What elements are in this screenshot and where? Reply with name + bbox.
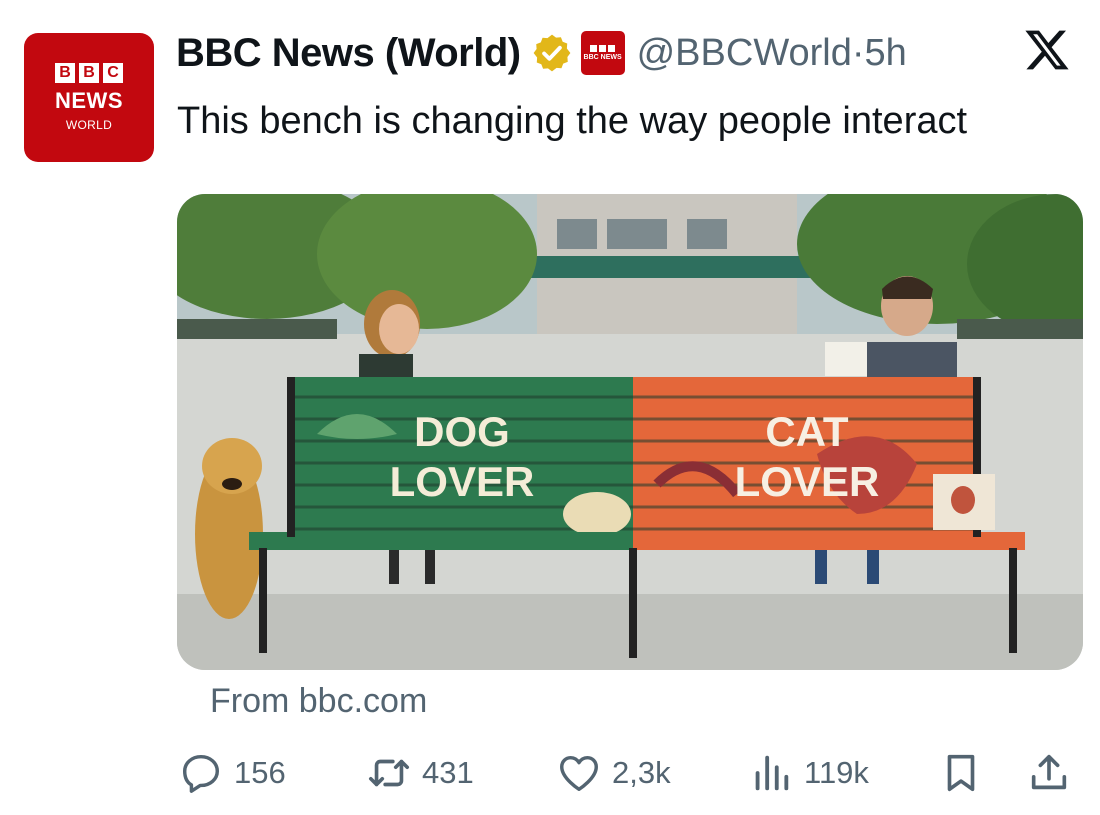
bbc-logo-blocks: B B C [55,63,123,83]
account-handle-meta: @BBCWorld·5h [637,32,907,75]
bench-left-line2: LOVER [390,458,535,505]
bbc-block: B [55,63,75,83]
affiliate-blocks [590,44,616,52]
repost-icon [368,759,410,787]
bench-left-line1: DOG [414,408,510,455]
account-handle[interactable]: @BBCWorld [637,32,852,74]
verified-badge-icon[interactable] [531,32,573,74]
reply-icon [182,754,220,793]
tweet-actions: 156 431 2,3k 119k [0,745,1100,805]
tweet-image[interactable]: DOG LOVER CAT LOVER [177,194,1083,670]
profile-avatar[interactable]: B B C NEWS WORLD [24,33,154,162]
views-icon [755,755,789,791]
bench-right-line1: CAT [765,408,849,455]
x-logo-icon[interactable] [1023,26,1071,74]
bbc-block: B [79,63,99,83]
meta-separator: · [851,31,865,74]
like-button[interactable]: 2,3k [556,745,671,801]
account-name[interactable]: BBC News (World) [176,31,521,76]
tweet-text: This bench is changing the way people in… [177,100,968,142]
like-count: 2,3k [612,755,671,790]
repost-count: 431 [422,755,474,790]
bench-scene-illustration: DOG LOVER CAT LOVER [177,194,1083,670]
avatar-news-text: NEWS [55,88,123,113]
bookmark-icon [947,754,975,792]
views-button[interactable]: 119k [748,745,869,801]
bookmark-button[interactable] [938,745,984,801]
reply-button[interactable]: 156 [178,745,286,801]
post-time[interactable]: 5h [865,32,907,74]
affiliate-text: BBC NEWS [583,53,622,61]
views-count: 119k [804,755,869,790]
card-source[interactable]: From bbc.com [210,682,427,721]
affiliate-badge[interactable]: BBC NEWS [580,31,625,75]
share-button[interactable] [1026,745,1072,801]
repost-button[interactable]: 431 [366,745,474,801]
share-icon [1031,754,1067,790]
bench-right-line2: LOVER [735,458,880,505]
reply-count: 156 [234,755,286,790]
avatar-world-text: WORLD [65,118,113,132]
bbc-block: C [103,63,123,83]
tweet-header: BBC News (World) BBC NEWS @BBCWorld·5h [176,28,907,78]
like-icon [560,755,598,792]
